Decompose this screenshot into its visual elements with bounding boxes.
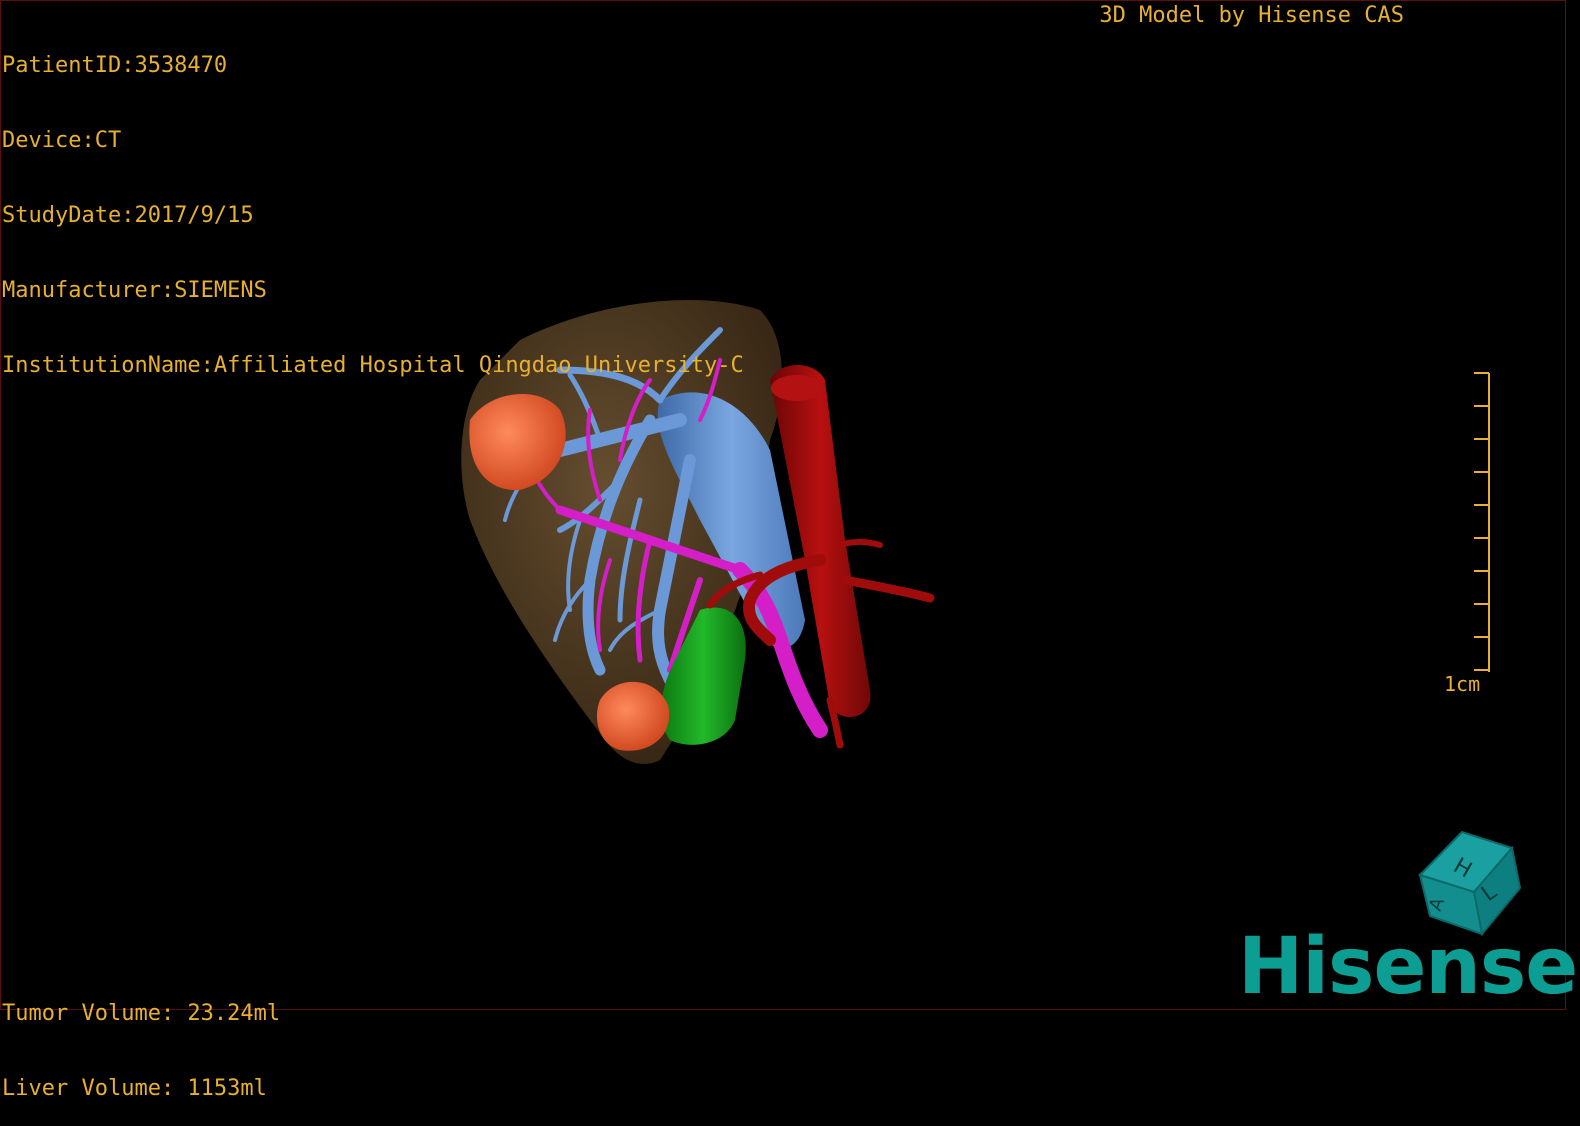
tumor-volume-text: Tumor Volume: 23.24ml [2,1001,281,1026]
hisense-logo: Hisense [1238,922,1578,1012]
device-text: Device:CT [2,128,122,153]
volume-info: Tumor Volume: 23.24ml Liver Volume: 1153… [2,951,280,1126]
scale-label: 1cm [1444,672,1481,696]
aorta-top-opening [771,375,823,401]
manufacturer-text: Manufacturer:SIEMENS [2,278,267,303]
study-date-text: StudyDate:2017/9/15 [2,203,254,228]
model-credit-text: 3D Model by Hisense CAS [1099,3,1404,28]
patient-info: PatientID:3538470 Device:CT StudyDate:20… [2,3,744,403]
liver-volume-text: Liver Volume: 1153ml [2,1076,267,1101]
institution-text: InstitutionName:Affiliated Hospital Qing… [2,353,744,378]
patient-id-text: PatientID:3538470 [2,53,228,78]
scale-bar [1474,372,1490,672]
